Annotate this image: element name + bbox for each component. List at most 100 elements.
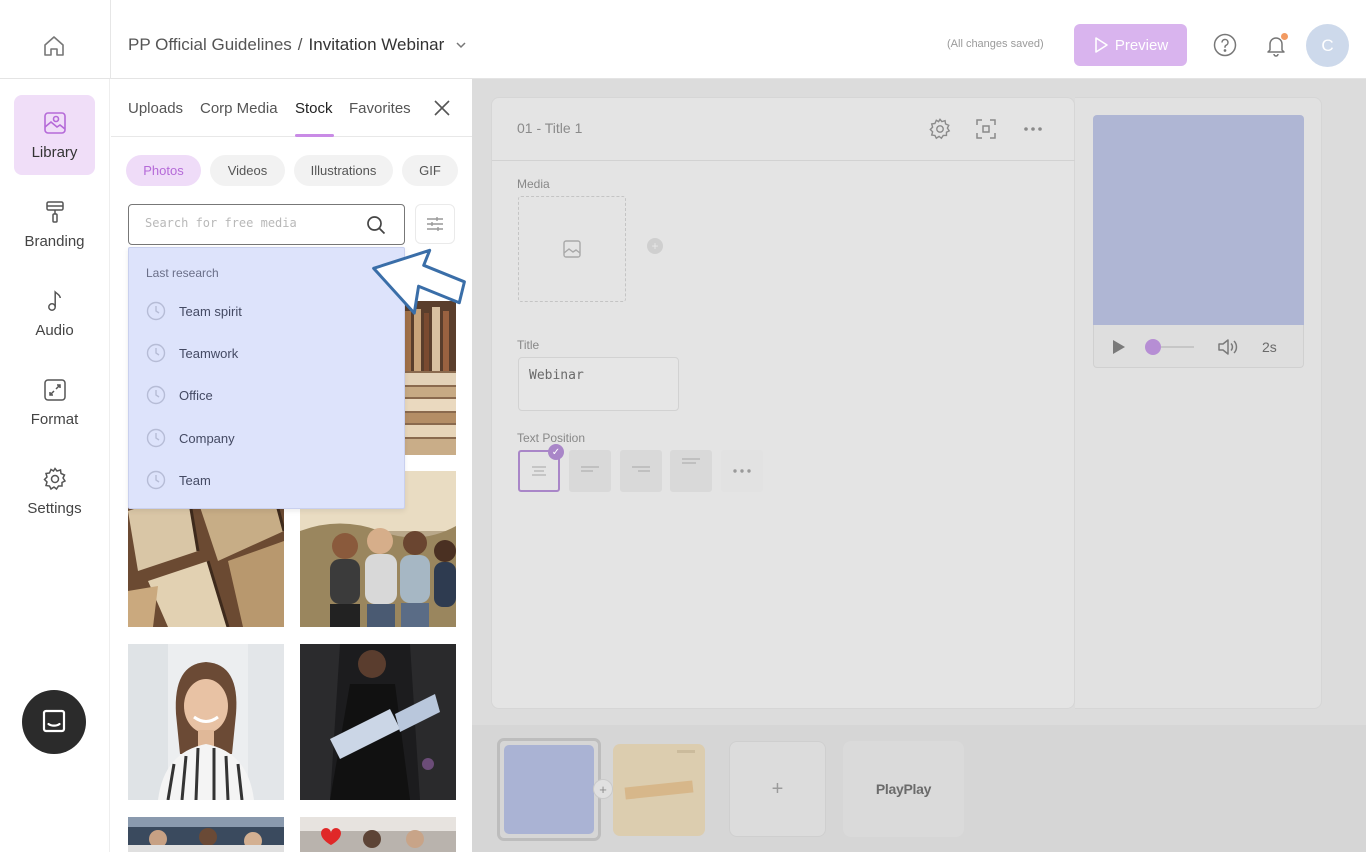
progress-handle[interactable] [1145, 339, 1161, 355]
library-panel: Uploads Corp Media Stock Favorites Photo… [111, 79, 472, 852]
play-outline-icon [1095, 37, 1108, 53]
tab-stock[interactable]: Stock [295, 100, 333, 117]
chip-gif[interactable]: GIF [402, 155, 458, 186]
stock-photo-team-desk[interactable] [128, 817, 284, 852]
scene-preview [1093, 115, 1304, 325]
brand-outro-tile[interactable]: PlayPlay [843, 741, 964, 837]
gear-icon [42, 466, 66, 490]
notification-badge [1281, 33, 1288, 40]
scene-settings-button[interactable] [928, 117, 952, 146]
rail-label-library: Library [31, 143, 78, 161]
stock-photo-graduates[interactable] [300, 644, 456, 800]
rail-item-branding[interactable]: Branding [14, 184, 95, 264]
rail-item-library[interactable]: Library [14, 95, 95, 175]
rail-label-settings: Settings [27, 499, 82, 517]
recent-searches-title: Last research [146, 266, 219, 280]
recent-search-item[interactable]: Company [146, 427, 235, 449]
recent-searches-dropdown: Last research Team spirit Teamwork Offic… [128, 247, 405, 509]
chip-illustrations[interactable]: Illustrations [294, 155, 393, 186]
graduates-image [300, 644, 456, 800]
play-button[interactable] [1111, 338, 1127, 361]
media-dropzone[interactable] [518, 196, 626, 302]
filter-button[interactable] [415, 204, 455, 244]
help-button[interactable] [1211, 31, 1239, 64]
image-placeholder-icon [563, 240, 581, 258]
scene-title: 01 - Title 1 [517, 120, 583, 136]
clock-icon [146, 428, 166, 448]
text-position-left[interactable] [569, 450, 611, 492]
home-button[interactable] [38, 30, 70, 62]
search-icon [367, 216, 386, 235]
more-horizontal-icon [1024, 127, 1042, 131]
rail-item-format[interactable]: Format [14, 362, 95, 442]
search-button[interactable] [365, 214, 387, 241]
scene-thumbnail-2[interactable] [613, 744, 705, 836]
volume-button[interactable] [1216, 337, 1240, 362]
cursor-pointer-icon [372, 248, 466, 315]
text-position-top[interactable] [670, 450, 712, 492]
avatar[interactable]: C [1306, 24, 1349, 67]
tab-uploads[interactable]: Uploads [128, 100, 183, 117]
stock-photo-heart-team[interactable] [300, 817, 456, 852]
breadcrumb-parent[interactable]: PP Official Guidelines [128, 35, 292, 55]
gear-icon [929, 118, 951, 140]
active-tab-indicator [295, 134, 334, 137]
preview-label: Preview [1114, 36, 1169, 54]
breadcrumb: PP Official Guidelines / Invitation Webi… [128, 35, 472, 55]
chip-videos[interactable]: Videos [210, 155, 285, 186]
align-right-icon [632, 466, 650, 472]
search-field[interactable] [128, 204, 405, 245]
help-icon [1213, 33, 1237, 57]
insert-scene-button[interactable]: + [593, 779, 613, 799]
check-icon: ✓ [548, 444, 564, 460]
media-label: Media [517, 177, 550, 191]
rail-item-audio[interactable]: Audio [14, 273, 95, 353]
add-media-icon[interactable]: + [647, 238, 663, 254]
chat-launcher-button[interactable] [22, 690, 86, 754]
close-icon [434, 100, 450, 116]
scene-focus-button[interactable] [974, 117, 998, 146]
text-position-more-button[interactable] [721, 450, 763, 492]
recent-search-label: Teamwork [179, 345, 239, 361]
scene-thumbnail-selected[interactable] [497, 738, 601, 841]
breadcrumb-current[interactable]: Invitation Webinar [309, 35, 445, 55]
recent-search-item[interactable]: Office [146, 384, 213, 406]
progress-track[interactable] [1161, 346, 1194, 348]
recent-search-item[interactable]: Team spirit [146, 300, 242, 322]
chip-photos[interactable]: Photos [126, 155, 201, 186]
clock-icon [146, 343, 166, 363]
scene-2-preview-graphic [624, 750, 695, 800]
recent-search-label: Team [179, 472, 211, 488]
align-left-icon [581, 466, 599, 472]
chevron-down-icon[interactable] [450, 37, 472, 53]
scene-editor-card: 01 - Title 1 Media + Title Webinar Text … [491, 97, 1076, 709]
search-input[interactable] [145, 216, 355, 230]
brand-logo-text: PlayPlay [875, 781, 932, 797]
library-tabs: Uploads Corp Media Stock Favorites [111, 79, 472, 137]
clock-icon [146, 385, 166, 405]
team-desk-image [128, 817, 284, 852]
align-center-icon [532, 466, 546, 476]
resize-icon [43, 378, 66, 401]
more-horizontal-icon [733, 469, 751, 473]
sliders-icon [427, 217, 443, 231]
breadcrumb-separator: / [297, 35, 303, 54]
rail-item-settings[interactable]: Settings [14, 451, 95, 531]
recent-search-item[interactable]: Teamwork [146, 342, 238, 364]
clock-icon [146, 470, 166, 490]
text-position-label: Text Position [517, 431, 586, 445]
close-panel-button[interactable] [431, 97, 453, 124]
preview-button[interactable]: Preview [1074, 24, 1187, 66]
recent-search-label: Office [179, 387, 213, 403]
scene-more-button[interactable] [1022, 117, 1044, 146]
scene-thumbnail-fill [504, 745, 594, 834]
tab-favorites[interactable]: Favorites [349, 100, 411, 117]
add-scene-button[interactable]: + [729, 741, 826, 837]
smiling-woman-image [128, 644, 284, 800]
title-field[interactable]: Webinar [518, 357, 679, 411]
stock-photo-smiling-woman[interactable] [128, 644, 284, 800]
text-position-right[interactable] [620, 450, 662, 492]
tab-corp-media[interactable]: Corp Media [200, 100, 278, 117]
recent-search-item[interactable]: Team [146, 469, 211, 491]
recent-search-label: Team spirit [179, 303, 242, 319]
